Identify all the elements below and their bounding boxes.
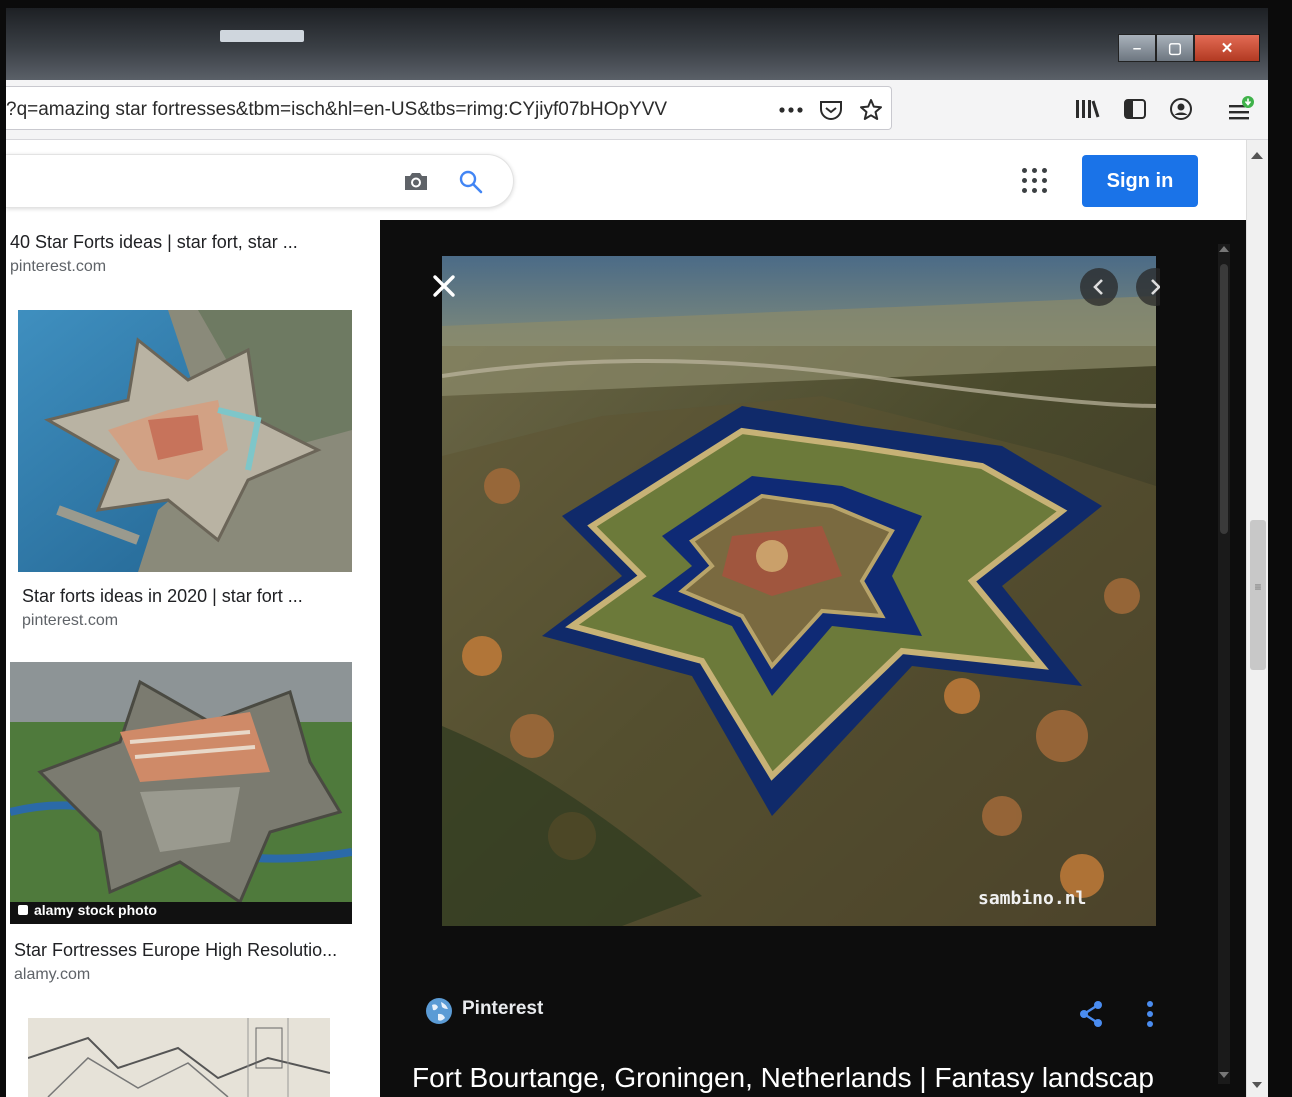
scroll-down-icon[interactable]	[1252, 1082, 1262, 1088]
alamy-logo-icon	[18, 905, 28, 915]
pocket-icon[interactable]	[816, 95, 846, 125]
camera-icon[interactable]	[402, 169, 430, 198]
scroll-up-icon[interactable]	[1251, 152, 1263, 159]
viewer-scroll-up-icon[interactable]	[1219, 246, 1229, 252]
viewer-scrollbar-thumb[interactable]	[1220, 264, 1228, 534]
image-title[interactable]: Fort Bourtange, Groningen, Netherlands |…	[412, 1062, 1182, 1094]
close-window-button[interactable]: ✕	[1194, 34, 1260, 62]
apps-grid-icon[interactable]	[1020, 166, 1050, 196]
result-thumbnail[interactable]: alamy stock photo	[10, 662, 352, 924]
page-actions-icon[interactable]	[776, 95, 806, 125]
more-options-icon[interactable]	[1146, 1000, 1154, 1033]
bookmark-star-icon[interactable]	[856, 95, 886, 125]
browser-titlebar	[6, 8, 1268, 80]
previous-image-button[interactable]	[1080, 268, 1118, 306]
library-icon[interactable]	[1072, 94, 1102, 124]
scroll-grip-icon: ≡	[1254, 580, 1262, 594]
account-icon[interactable]	[1166, 94, 1196, 124]
screen: – ▢ ✕ ?q=amazing star fortresses&tbm=isc…	[0, 0, 1292, 1097]
result-title[interactable]: 40 Star Forts ideas | star fort, star ..…	[10, 232, 298, 253]
address-bar[interactable]: ?q=amazing star fortresses&tbm=isch&hl=e…	[6, 86, 892, 130]
next-image-button[interactable]	[1136, 268, 1160, 306]
globe-icon	[424, 996, 454, 1031]
search-icon[interactable]	[458, 169, 484, 200]
page-scrollbar[interactable]: ≡	[1246, 140, 1268, 1097]
viewer-scroll-down-icon[interactable]	[1219, 1072, 1229, 1078]
image-viewer-panel: sambino.nl Pinterest Fort Bourtange, Gro…	[380, 220, 1246, 1097]
maximize-button[interactable]: ▢	[1156, 34, 1194, 62]
minimize-button[interactable]: –	[1118, 34, 1156, 62]
image-watermark: sambino.nl	[978, 888, 1087, 909]
result-source[interactable]: pinterest.com	[22, 612, 118, 630]
browser-toolbar: ?q=amazing star fortresses&tbm=isch&hl=e…	[6, 80, 1268, 140]
result-thumbnail[interactable]	[18, 310, 352, 572]
image-results-list: 40 Star Forts ideas | star fort, star ..…	[6, 220, 380, 1097]
result-title[interactable]: Star forts ideas in 2020 | star fort ...	[22, 586, 303, 607]
google-header: Sign in	[6, 140, 1246, 220]
thumbnail-watermark: alamy stock photo	[34, 902, 157, 918]
result-source[interactable]: pinterest.com	[10, 258, 106, 276]
close-icon[interactable]	[430, 272, 458, 305]
viewer-scrollbar[interactable]	[1218, 244, 1230, 1084]
fort-aerial-image[interactable]: sambino.nl	[442, 256, 1156, 926]
menu-update-icon[interactable]	[1226, 94, 1256, 124]
result-thumbnail[interactable]	[28, 1018, 330, 1097]
result-source[interactable]: alamy.com	[14, 966, 90, 984]
image-source-name[interactable]: Pinterest	[462, 998, 543, 1020]
browser-tab[interactable]	[220, 30, 304, 42]
sign-in-button[interactable]: Sign in	[1082, 155, 1198, 207]
url-fade	[686, 91, 746, 125]
sidebar-icon[interactable]	[1120, 94, 1150, 124]
share-icon[interactable]	[1078, 1000, 1104, 1033]
result-title[interactable]: Star Fortresses Europe High Resolutio...	[14, 940, 337, 961]
page-scrollbar-thumb[interactable]	[1250, 520, 1266, 670]
url-text[interactable]: ?q=amazing star fortresses&tbm=isch&hl=e…	[6, 99, 736, 121]
search-input[interactable]	[6, 154, 514, 208]
